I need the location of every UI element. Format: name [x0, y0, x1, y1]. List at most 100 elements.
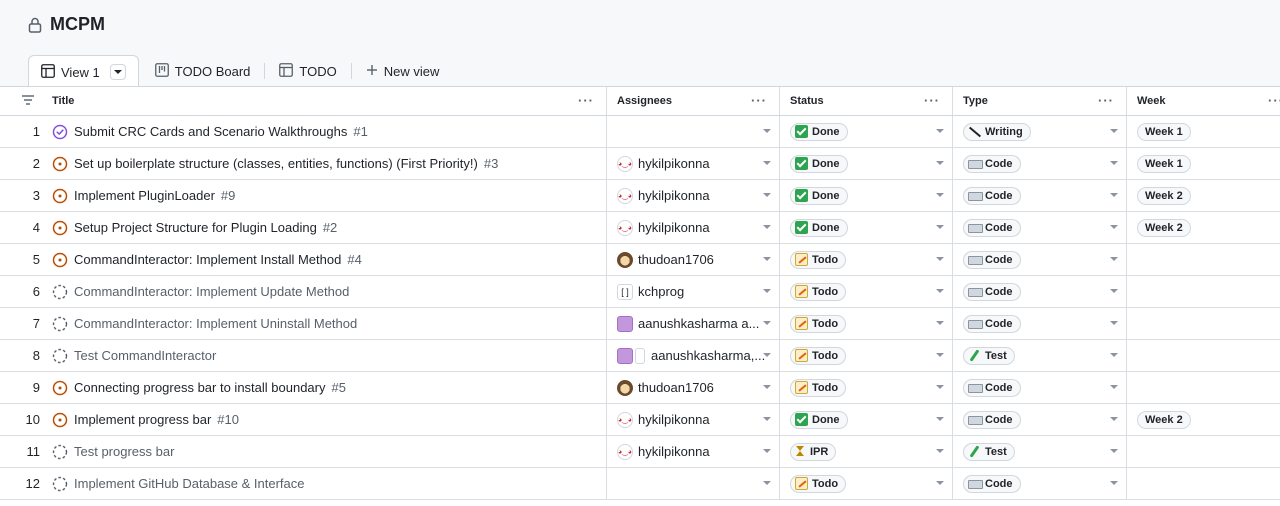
column-header-type[interactable]: Type ··· [952, 87, 1126, 115]
column-header-week[interactable]: Week ··· [1126, 87, 1280, 115]
item-title-link[interactable]: Implement progress bar [74, 412, 211, 427]
week-cell[interactable] [1126, 276, 1280, 307]
chevron-down-icon[interactable] [1110, 225, 1118, 229]
assignees-cell[interactable]: thudoan1706 [606, 244, 779, 275]
column-menu-button[interactable]: ··· [751, 93, 767, 108]
chevron-down-icon[interactable] [936, 385, 944, 389]
chevron-down-icon[interactable] [936, 481, 944, 485]
type-cell[interactable]: Code [952, 148, 1126, 179]
tab-todo[interactable]: TODO [267, 55, 348, 87]
status-cell[interactable]: Todo [779, 372, 952, 403]
chevron-down-icon[interactable] [936, 321, 944, 325]
table-row[interactable]: 9 Connecting progress bar to install boun… [0, 372, 1280, 404]
chevron-down-icon[interactable] [763, 225, 771, 229]
chevron-down-icon[interactable] [936, 289, 944, 293]
title-cell[interactable]: Test progress bar [46, 436, 606, 467]
title-cell[interactable]: Set up boilerplate structure (classes, e… [46, 148, 606, 179]
chevron-down-icon[interactable] [1110, 353, 1118, 357]
week-cell[interactable] [1126, 436, 1280, 467]
chevron-down-icon[interactable] [936, 353, 944, 357]
new-view-button[interactable]: New view [354, 55, 452, 87]
type-cell[interactable]: Code [952, 276, 1126, 307]
assignees-cell[interactable]: [ ] kchprog [606, 276, 779, 307]
chevron-down-icon[interactable] [763, 321, 771, 325]
chevron-down-icon[interactable] [1110, 161, 1118, 165]
item-title-link[interactable]: Connecting progress bar to install bound… [74, 380, 325, 395]
status-cell[interactable]: Done [779, 180, 952, 211]
status-cell[interactable]: IPR [779, 436, 952, 467]
type-cell[interactable]: Code [952, 404, 1126, 435]
chevron-down-icon[interactable] [1110, 417, 1118, 421]
chevron-down-icon[interactable] [1110, 193, 1118, 197]
chevron-down-icon[interactable] [763, 161, 771, 165]
assignees-cell[interactable]: ◕‿◕ hykilpikonna [606, 180, 779, 211]
status-cell[interactable]: Done [779, 404, 952, 435]
title-cell[interactable]: Implement GitHub Database & Interface [46, 468, 606, 499]
column-header-status[interactable]: Status ··· [779, 87, 952, 115]
chevron-down-icon[interactable] [763, 417, 771, 421]
chevron-down-icon[interactable] [1110, 257, 1118, 261]
view-options-button[interactable] [109, 64, 126, 80]
assignees-cell[interactable]: aanushkasharma,... [606, 340, 779, 371]
title-cell[interactable]: Submit CRC Cards and Scenario Walkthroug… [46, 116, 606, 147]
type-cell[interactable]: Code [952, 308, 1126, 339]
chevron-down-icon[interactable] [763, 481, 771, 485]
column-menu-button[interactable]: ··· [924, 93, 940, 108]
chevron-down-icon[interactable] [1110, 321, 1118, 325]
chevron-down-icon[interactable] [936, 449, 944, 453]
status-cell[interactable]: Done [779, 148, 952, 179]
chevron-down-icon[interactable] [936, 129, 944, 133]
table-row[interactable]: 7 CommandInteractor: Implement Uninstall … [0, 308, 1280, 340]
table-row[interactable]: 8 Test CommandInteractor aanushkasharma,..… [0, 340, 1280, 372]
status-cell[interactable]: Todo [779, 244, 952, 275]
table-row[interactable]: 5 CommandInteractor: Implement Install Me… [0, 244, 1280, 276]
chevron-down-icon[interactable] [763, 385, 771, 389]
type-cell[interactable]: Test [952, 340, 1126, 371]
type-cell[interactable]: Code [952, 180, 1126, 211]
status-cell[interactable]: Done [779, 212, 952, 243]
chevron-down-icon[interactable] [936, 225, 944, 229]
assignees-cell[interactable]: ◕‿◕ hykilpikonna [606, 148, 779, 179]
filter-button[interactable] [0, 87, 46, 115]
chevron-down-icon[interactable] [763, 449, 771, 453]
title-cell[interactable]: Test CommandInteractor [46, 340, 606, 371]
week-cell[interactable]: Week 1 [1126, 148, 1280, 179]
item-title-link[interactable]: Test CommandInteractor [74, 348, 216, 363]
status-cell[interactable]: Todo [779, 276, 952, 307]
table-row[interactable]: 10 Implement progress bar #10 ◕‿◕ hykilpikon… [0, 404, 1280, 436]
week-cell[interactable]: Week 2 [1126, 404, 1280, 435]
chevron-down-icon[interactable] [1110, 289, 1118, 293]
table-row[interactable]: 11 Test progress bar ◕‿◕ hykilpikonna IPR Tes… [0, 436, 1280, 468]
chevron-down-icon[interactable] [1110, 449, 1118, 453]
chevron-down-icon[interactable] [763, 129, 771, 133]
table-row[interactable]: 4 Setup Project Structure for Plugin Load… [0, 212, 1280, 244]
tab-view-1[interactable]: View 1 [28, 55, 139, 88]
type-cell[interactable]: Code [952, 244, 1126, 275]
assignees-cell[interactable]: ◕‿◕ hykilpikonna [606, 436, 779, 467]
chevron-down-icon[interactable] [763, 353, 771, 357]
week-cell[interactable] [1126, 372, 1280, 403]
type-cell[interactable]: Code [952, 468, 1126, 499]
title-cell[interactable]: Implement progress bar #10 [46, 404, 606, 435]
column-header-assignees[interactable]: Assignees ··· [606, 87, 779, 115]
assignees-cell[interactable]: ◕‿◕ hykilpikonna [606, 212, 779, 243]
week-cell[interactable]: Week 2 [1126, 180, 1280, 211]
status-cell[interactable]: Done [779, 116, 952, 147]
week-cell[interactable]: Week 1 [1126, 116, 1280, 147]
item-title-link[interactable]: Test progress bar [74, 444, 174, 459]
type-cell[interactable]: Test [952, 436, 1126, 467]
title-cell[interactable]: CommandInteractor: Implement Uninstall M… [46, 308, 606, 339]
week-cell[interactable]: Week 2 [1126, 212, 1280, 243]
chevron-down-icon[interactable] [763, 193, 771, 197]
type-cell[interactable]: Writing [952, 116, 1126, 147]
title-cell[interactable]: Connecting progress bar to install bound… [46, 372, 606, 403]
assignees-cell[interactable]: aanushkasharma a... [606, 308, 779, 339]
status-cell[interactable]: Todo [779, 340, 952, 371]
assignees-cell[interactable] [606, 468, 779, 499]
table-row[interactable]: 1 Submit CRC Cards and Scenario Walkthrou… [0, 116, 1280, 148]
chevron-down-icon[interactable] [1110, 129, 1118, 133]
week-cell[interactable] [1126, 468, 1280, 499]
tab-todo-board[interactable]: TODO Board [143, 55, 263, 87]
table-row[interactable]: 3 Implement PluginLoader #9 ◕‿◕ hykilpikonna… [0, 180, 1280, 212]
item-title-link[interactable]: Implement PluginLoader [74, 188, 215, 203]
